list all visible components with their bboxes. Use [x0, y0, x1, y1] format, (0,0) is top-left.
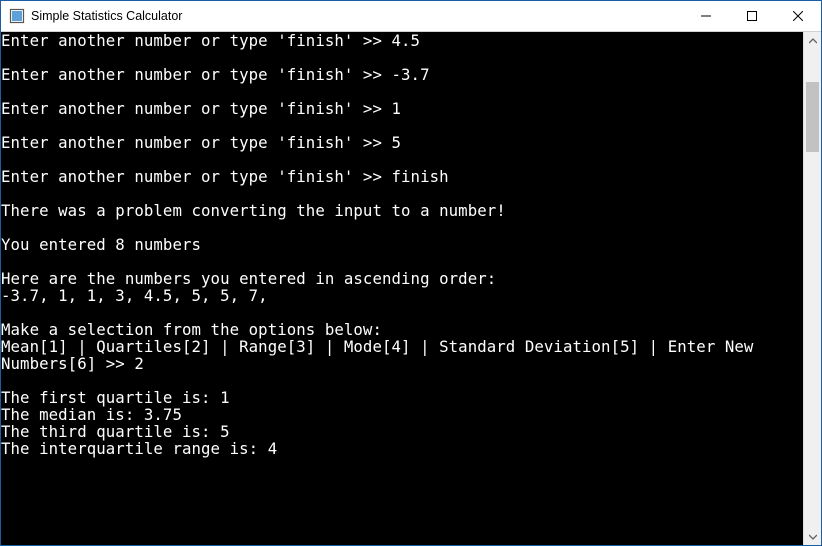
scroll-up-arrow-icon[interactable]	[804, 32, 821, 49]
console-line: Enter another number or type 'finish' >>…	[1, 168, 803, 185]
console-line: Enter another number or type 'finish' >>…	[1, 32, 803, 49]
console-line	[1, 253, 803, 270]
console-line	[1, 219, 803, 236]
maximize-button[interactable]	[729, 1, 775, 31]
close-button[interactable]	[775, 1, 821, 31]
console-line: The first quartile is: 1	[1, 389, 803, 406]
console-line	[1, 151, 803, 168]
window-controls	[683, 1, 821, 31]
titlebar[interactable]: Simple Statistics Calculator	[1, 1, 821, 32]
console-line: Mean[1] | Quartiles[2] | Range[3] | Mode…	[1, 338, 803, 372]
console-line: You entered 8 numbers	[1, 236, 803, 253]
client-area: Enter another number or type 'finish' >>…	[1, 32, 821, 545]
console-line	[1, 304, 803, 321]
console-line: Enter another number or type 'finish' >>…	[1, 100, 803, 117]
scrollbar-thumb[interactable]	[806, 82, 819, 152]
console-line	[1, 185, 803, 202]
window-frame: Simple Statistics Calculator Enter anoth…	[0, 0, 822, 546]
window-title: Simple Statistics Calculator	[31, 9, 683, 23]
console-line: -3.7, 1, 1, 3, 4.5, 5, 5, 7,	[1, 287, 803, 304]
console-line	[1, 49, 803, 66]
console-line: There was a problem converting the input…	[1, 202, 803, 219]
console-line: Enter another number or type 'finish' >>…	[1, 134, 803, 151]
console-line: The third quartile is: 5	[1, 423, 803, 440]
console-line	[1, 117, 803, 134]
console-line: The interquartile range is: 4	[1, 440, 803, 457]
console-line: The median is: 3.75	[1, 406, 803, 423]
vertical-scrollbar[interactable]	[803, 32, 821, 545]
console-line	[1, 83, 803, 100]
console-line	[1, 372, 803, 389]
scroll-down-arrow-icon[interactable]	[804, 528, 821, 545]
app-icon	[9, 8, 25, 24]
minimize-button[interactable]	[683, 1, 729, 31]
console-output[interactable]: Enter another number or type 'finish' >>…	[1, 32, 803, 545]
console-line: Enter another number or type 'finish' >>…	[1, 66, 803, 83]
console-line: Here are the numbers you entered in asce…	[1, 270, 803, 287]
console-line: Make a selection from the options below:	[1, 321, 803, 338]
